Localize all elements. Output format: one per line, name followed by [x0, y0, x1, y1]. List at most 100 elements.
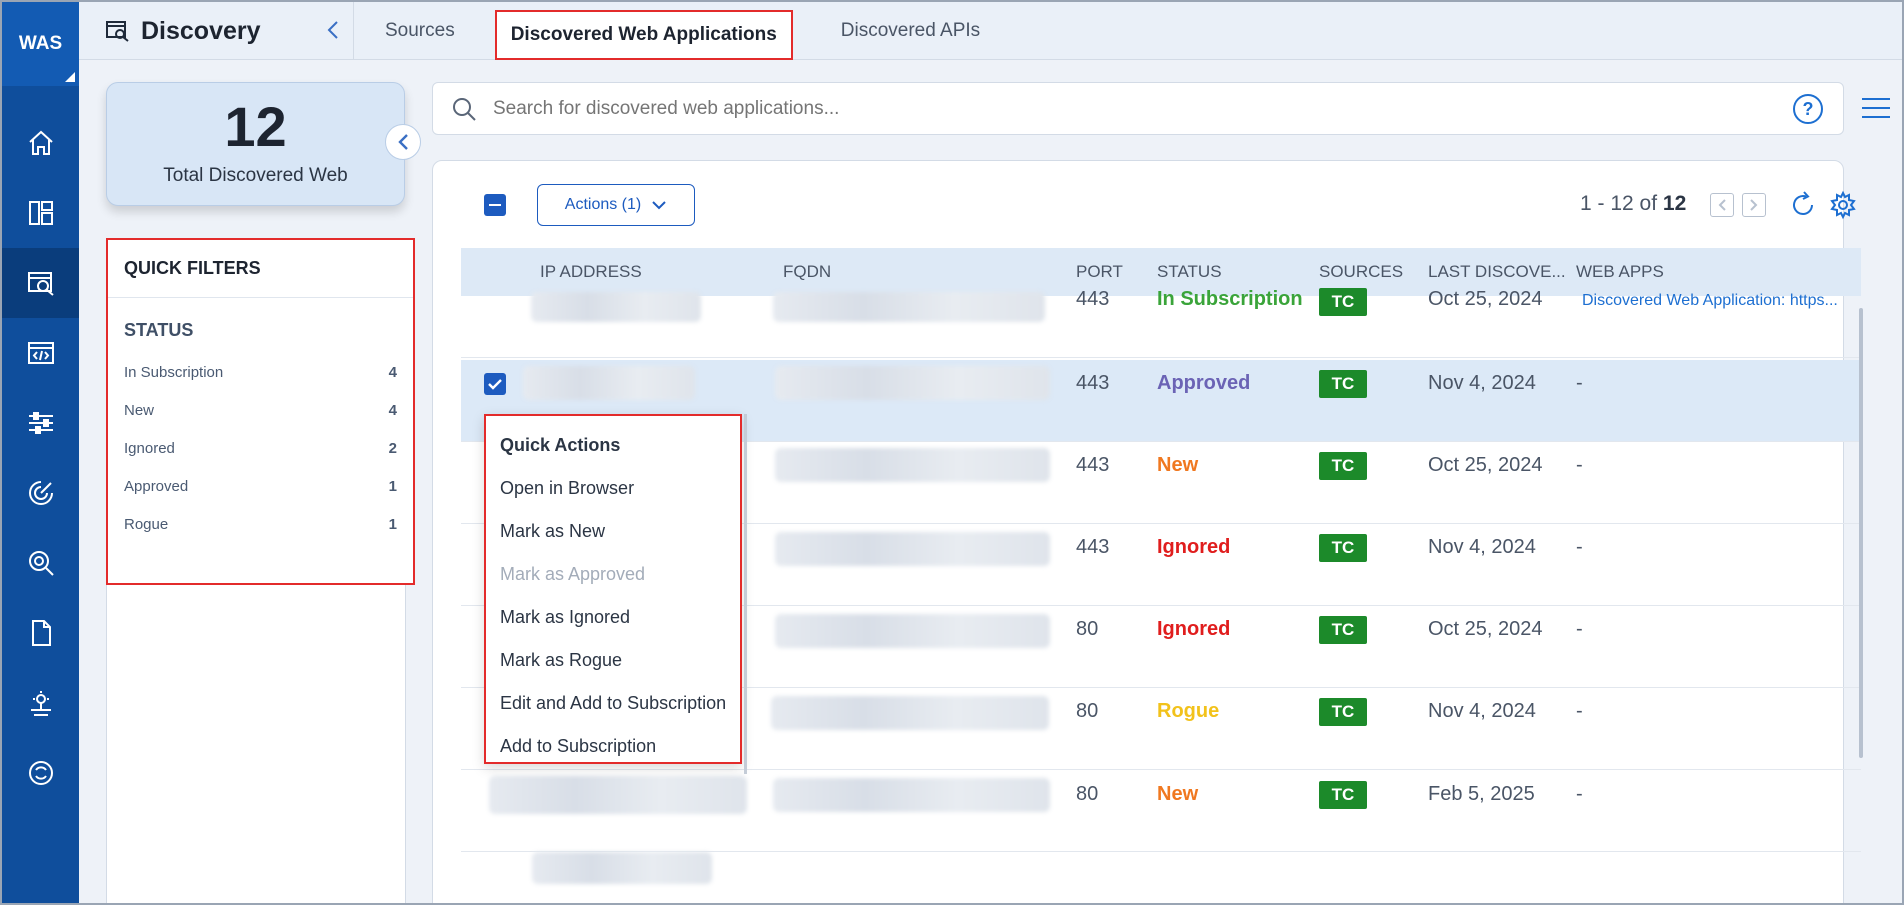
quick-filters-title: QUICK FILTERS	[108, 240, 413, 298]
ip-address-redacted	[489, 776, 747, 814]
filter-count: 1	[388, 515, 397, 533]
status-cell: Ignored	[1157, 536, 1231, 558]
filter-approved[interactable]: Approved 1	[108, 467, 413, 505]
menu-item-mark-as-rogue[interactable]: Mark as Rogue	[486, 639, 740, 682]
web-apps-cell: -	[1576, 618, 1583, 640]
last-discovered-cell: Oct 25, 2024	[1428, 618, 1543, 640]
prev-page-button[interactable]	[1710, 193, 1734, 217]
row-checkbox[interactable]	[484, 373, 506, 395]
filter-new[interactable]: New 4	[108, 391, 413, 429]
last-discovered-cell: Nov 4, 2024	[1428, 536, 1536, 558]
sliders-icon[interactable]	[2, 388, 79, 458]
table-scrollbar[interactable]	[1859, 308, 1863, 758]
filter-count: 1	[388, 477, 397, 495]
total-count: 12	[224, 95, 287, 158]
tab-discovered-web-applications[interactable]: Discovered Web Applications	[494, 10, 793, 60]
web-app-link[interactable]: Discovered Web Application: https...	[1582, 292, 1838, 310]
filter-rogue[interactable]: Rogue 1	[108, 505, 413, 543]
page-title: Discovery	[141, 16, 261, 45]
actions-dropdown-button[interactable]: Actions (1)	[537, 184, 695, 226]
column-status[interactable]: STATUS	[1157, 262, 1222, 282]
filter-ignored[interactable]: Ignored 2	[108, 429, 413, 467]
filter-count: 2	[388, 439, 397, 457]
last-discovered-cell: Oct 25, 2024	[1428, 454, 1543, 476]
column-ip-address[interactable]: IP ADDRESS	[540, 262, 642, 282]
port-cell: 80	[1076, 700, 1099, 722]
discovery-title-icon	[106, 21, 129, 42]
filter-label: Rogue	[124, 515, 169, 533]
web-apps-cell: -	[1576, 454, 1583, 476]
column-sources[interactable]: SOURCES	[1319, 262, 1403, 282]
quick-filters-panel: QUICK FILTERS STATUS In Subscription 4 N…	[106, 238, 415, 585]
web-apps-cell: -	[1576, 783, 1583, 805]
port-cell: 443	[1076, 454, 1110, 476]
menu-item-mark-as-new[interactable]: Mark as New	[486, 510, 740, 553]
select-all-checkbox[interactable]	[484, 194, 506, 216]
column-last-discovered[interactable]: LAST DISCOVE...	[1428, 262, 1566, 282]
menu-item-mark-as-ignored[interactable]: Mark as Ignored	[486, 596, 740, 639]
web-apps-cell: -	[1576, 372, 1583, 394]
table-row[interactable]: 443 In Subscription TC Oct 25, 2024 Disc…	[461, 288, 1861, 358]
chevron-left-icon	[398, 134, 408, 150]
source-badge: TC	[1319, 781, 1367, 809]
menu-item-mark-as-approved: Mark as Approved	[500, 564, 646, 584]
filter-count: 4	[388, 401, 397, 419]
web-app-icon[interactable]	[2, 318, 79, 388]
settings-gear-icon[interactable]	[1828, 190, 1858, 220]
report-icon[interactable]	[2, 598, 79, 668]
fqdn-redacted	[775, 448, 1050, 482]
chevron-down-icon	[652, 201, 666, 210]
scan-icon[interactable]	[2, 458, 79, 528]
column-web-apps[interactable]: WEB APPS	[1576, 262, 1664, 282]
ip-address-redacted	[531, 292, 701, 322]
menu-item-add-to-subscription[interactable]: Add to Subscription	[486, 725, 740, 768]
ip-address-redacted	[523, 366, 695, 400]
last-discovered-cell: Nov 4, 2024	[1428, 700, 1536, 722]
port-cell: 80	[1076, 783, 1099, 805]
discovery-icon[interactable]	[2, 248, 79, 318]
web-apps-cell: -	[1576, 700, 1583, 722]
menu-scrollbar[interactable]	[744, 414, 747, 774]
next-page-button[interactable]	[1742, 193, 1766, 217]
filter-in-subscription[interactable]: In Subscription 4	[108, 353, 413, 391]
last-discovered-cell: Nov 4, 2024	[1428, 372, 1536, 394]
integration-icon[interactable]	[2, 738, 79, 808]
search-input[interactable]	[493, 97, 1693, 120]
fqdn-redacted	[775, 614, 1050, 648]
tab-sources[interactable]: Sources	[355, 2, 485, 60]
chevron-right-icon	[1750, 199, 1758, 211]
app-brand[interactable]: WAS	[2, 2, 79, 86]
quick-actions-menu: Quick Actions Open in Browser Mark as Ne…	[484, 414, 742, 764]
chevron-left-icon[interactable]	[326, 20, 340, 40]
menu-icon[interactable]	[1862, 98, 1890, 120]
web-apps-cell: -	[1576, 536, 1583, 558]
port-cell: 443	[1076, 372, 1110, 394]
refresh-icon[interactable]	[1788, 190, 1818, 220]
knowledgebase-icon[interactable]	[2, 668, 79, 738]
last-discovered-cell: Feb 5, 2025	[1428, 783, 1535, 805]
detection-icon[interactable]	[2, 528, 79, 598]
top-bar: Discovery Sources Discovered Web Applica…	[79, 2, 1902, 60]
help-icon[interactable]: ?	[1793, 94, 1823, 124]
fqdn-redacted	[775, 366, 1050, 400]
dashboard-icon[interactable]	[2, 178, 79, 248]
fqdn-redacted	[773, 292, 1045, 322]
collapse-panel-button[interactable]	[385, 124, 421, 160]
column-fqdn[interactable]: FQDN	[783, 262, 831, 282]
home-icon[interactable]	[2, 108, 79, 178]
column-port[interactable]: PORT	[1076, 262, 1123, 282]
menu-item-open-in-browser[interactable]: Open in Browser	[486, 467, 740, 510]
search-icon	[453, 97, 476, 121]
menu-item-edit-and-add-to-subscription[interactable]: Edit and Add to Subscription	[486, 682, 740, 725]
status-cell: New	[1157, 783, 1199, 805]
source-badge: TC	[1319, 452, 1367, 480]
actions-label: Actions (1)	[564, 196, 642, 213]
table-row[interactable]: 80 New TC Feb 5, 2025 -	[461, 770, 1861, 852]
search-bar: ?	[432, 82, 1844, 135]
status-cell: Ignored	[1157, 618, 1231, 640]
filter-label: Ignored	[124, 439, 175, 457]
status-section-title: STATUS	[124, 320, 194, 340]
checkmark-icon	[488, 379, 502, 390]
tab-discovered-apis[interactable]: Discovered APIs	[811, 2, 1010, 60]
filter-label: Approved	[124, 477, 189, 495]
